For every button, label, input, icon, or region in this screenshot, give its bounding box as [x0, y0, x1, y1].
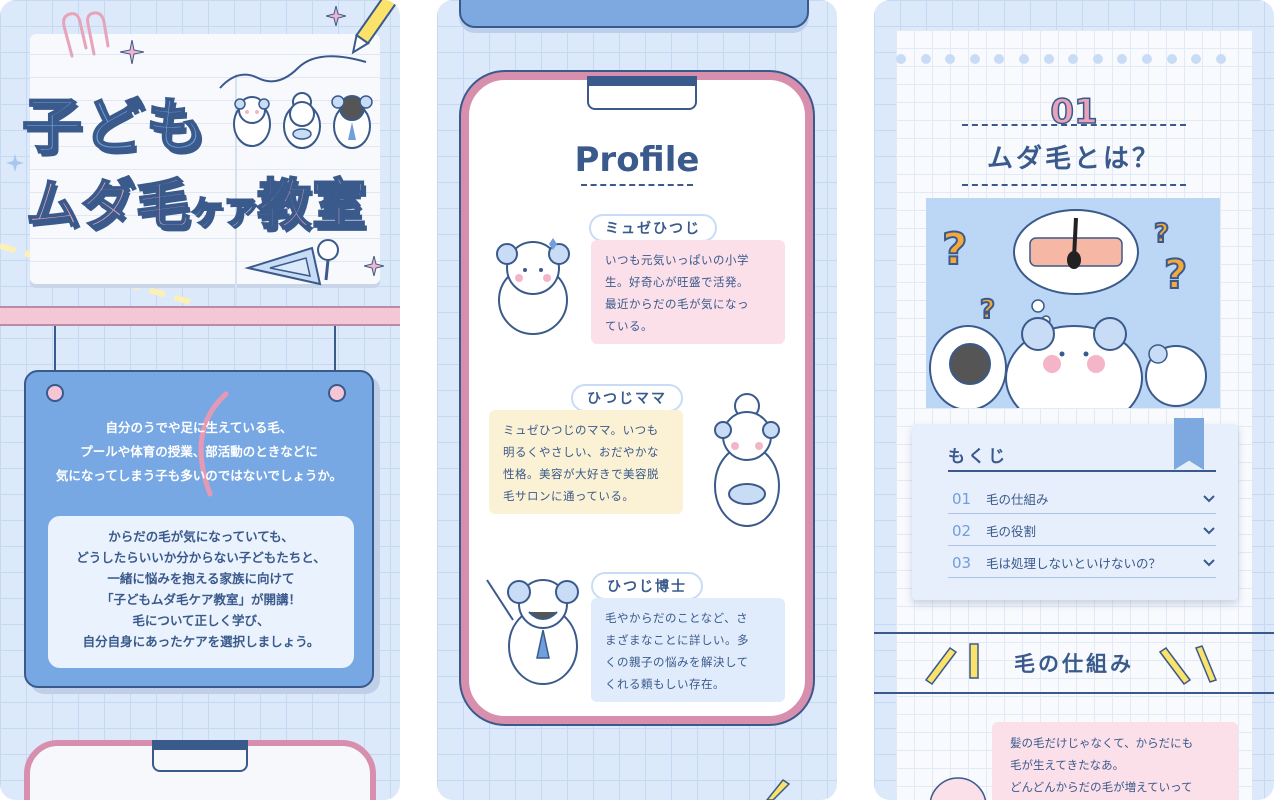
next-section-frame [24, 740, 376, 800]
toc-item-number: 01 [952, 489, 972, 508]
section-01-screen: 01 ムダ毛とは？ ? ? ? ? もくじ 01 毛の仕組み 02 毛の役割 0… [874, 0, 1274, 800]
svg-text:?: ? [942, 224, 968, 275]
toc-item-number: 03 [952, 553, 972, 572]
sheep-characters-illustration [233, 92, 373, 149]
section-title: ムダ毛とは？ [986, 144, 1161, 174]
subsection-title: 毛の仕組み [1014, 652, 1134, 676]
character-avatar [929, 777, 987, 800]
profile-phone-frame: Profile ミュゼひつじ いつも元気いっぱいの小学 生。好奇心が旺盛で活発。… [461, 72, 813, 724]
toc-item-label: 毛の役割 [986, 524, 1037, 539]
toc-item[interactable]: 01 毛の仕組み [948, 484, 1216, 514]
toc-item-label: 毛の仕組み [986, 492, 1049, 507]
muse-hitsuji-character [496, 238, 570, 335]
lp-top-screen: 子ども ムダ毛ケア教室 自分のうでや足に生えている毛、 プールや体育の授業、部活… [0, 0, 400, 800]
paperclip-icon [62, 11, 110, 58]
pin-icon [46, 384, 64, 402]
character-bio: 毛やからだのことなど、さ まざまなことに詳しい。多 くの親子の悩みを解決して く… [591, 598, 785, 702]
profile-screen: Profile ミュゼひつじ いつも元気いっぱいの小学 生。好奇心が旺盛で活発。… [437, 0, 837, 800]
intro-text: 自分のうでや足に生えている毛、 プールや体育の授業、部活動のときなどに 気になっ… [55, 420, 343, 483]
intro-card: 自分のうでや足に生えている毛、 プールや体育の授業、部活動のときなどに 気になっ… [24, 370, 374, 688]
sparkle-icon [120, 40, 144, 64]
divider-band [0, 306, 400, 326]
toc-title: もくじ [948, 447, 1008, 467]
toc-item-label: 毛は処理しないといけないの？ [986, 556, 1162, 571]
toc-item-number: 02 [952, 521, 972, 540]
toc-item[interactable]: 03 毛は処理しないといけないの？ [948, 548, 1216, 578]
profile-title: Profile [574, 140, 700, 180]
character-name-label: ひつじ博士 [591, 572, 703, 600]
svg-text:?: ? [1164, 252, 1187, 298]
intro-message-card: からだの毛が気になっていても、 どうしたらいいか分からない子どもたちと、 一緒に… [48, 516, 354, 668]
section-number: 01 [1050, 91, 1099, 133]
bookmark-ribbon-icon [1174, 418, 1204, 470]
hero-title-line1: 子ども [21, 91, 208, 163]
chevron-down-icon [1203, 526, 1215, 534]
table-of-contents: もくじ 01 毛の仕組み 02 毛の役割 03 毛は処理しないといけないの？ [912, 418, 1238, 600]
notebook-binding-dots [896, 54, 1226, 68]
svg-text:?: ? [980, 295, 995, 325]
character-name-label: ひつじママ [571, 384, 683, 412]
previous-section-tab [459, 0, 809, 28]
svg-text:?: ? [1154, 219, 1169, 249]
speech-bubble: 髪の毛だけじゃなくて、からだにも 毛が生えてきたなあ。 どんどんからだの毛が増え… [992, 722, 1238, 800]
hitsuji-hakase-character [486, 579, 579, 685]
hero-title-line2: ムダ毛ケア教室 [25, 172, 368, 237]
hitsuji-mama-character [714, 393, 780, 527]
section-illustration: ? ? ? ? [926, 198, 1220, 408]
sparkle-icon [326, 6, 346, 26]
chevron-down-icon [1203, 558, 1215, 566]
chevron-down-icon [1203, 494, 1215, 502]
phone-notch [587, 76, 697, 110]
sparkle-icon [364, 256, 384, 276]
character-bio: いつも元気いっぱいの小学 生。好奇心が旺盛で活発。 最近からだの毛が気になっ て… [591, 240, 785, 344]
ruler-icon [244, 239, 339, 286]
character-bio: ミュゼひつじのママ。いつも 明るくやさしい、おだやかな 性格。美容が大好きで美容… [489, 410, 683, 514]
pencil-icon [766, 778, 791, 800]
character-name-label: ミュゼひつじ [589, 214, 717, 242]
toc-item[interactable]: 02 毛の役割 [948, 516, 1216, 546]
pin-icon [328, 384, 346, 402]
